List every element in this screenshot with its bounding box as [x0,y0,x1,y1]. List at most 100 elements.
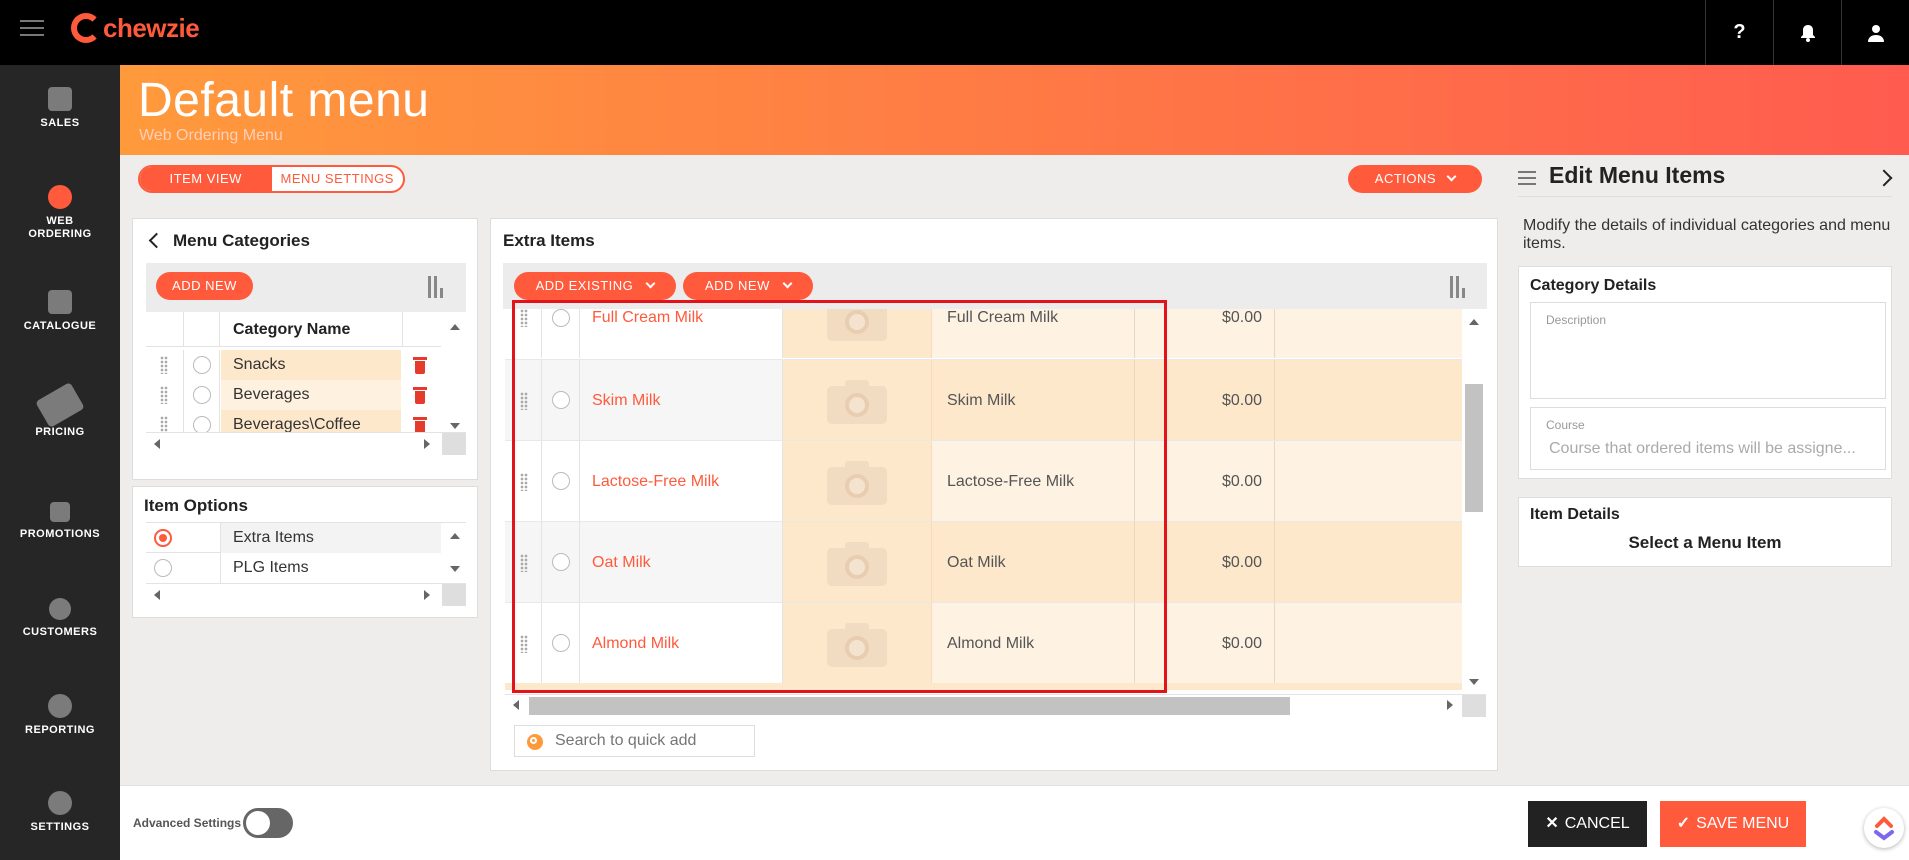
user-icon[interactable] [1841,0,1909,65]
column-settings-icon[interactable] [428,276,450,300]
nav-promotions[interactable]: PROMOTIONS [0,502,120,541]
nav-sales[interactable]: SALES [0,87,120,130]
category-row[interactable]: Beverages\Coffee [146,410,441,432]
highlight-box [512,300,1167,693]
item-extra-cell [1275,309,1462,358]
drag-handle-icon [160,386,168,404]
close-icon: ✕ [1545,815,1559,832]
trash-icon[interactable] [413,357,427,374]
category-radio[interactable] [193,416,211,432]
category-name-header[interactable]: Category Name [221,312,403,347]
top-bar: chewzie ? [0,0,1909,65]
scroll-up-icon[interactable] [1469,319,1479,325]
page-banner: Default menu Web Ordering Menu [120,65,1909,155]
scroll-left-icon[interactable] [513,700,519,710]
scroll-thumb[interactable] [1465,384,1483,512]
nav-label: SETTINGS [30,821,90,833]
item-option-radio[interactable] [154,559,172,577]
advanced-settings-toggle[interactable] [243,808,293,838]
description-label: Description [1546,313,1607,327]
quick-add-search[interactable] [514,725,755,757]
actions-button[interactable]: ACTIONS [1348,165,1482,193]
clickup-widget-icon[interactable] [1864,808,1904,848]
item-option-name[interactable]: Extra Items [221,523,441,553]
scroll-thumb[interactable] [529,697,1290,715]
item-extra-cell [1275,441,1462,522]
nav-pricing[interactable]: PRICING [0,382,120,439]
hamburger-menu-icon[interactable] [20,20,44,38]
drag-handle[interactable] [146,380,184,410]
scroll-right-icon[interactable] [424,439,430,449]
scroll-right-icon[interactable] [1447,700,1453,710]
category-name[interactable]: Beverages [221,380,401,410]
nav-label: PRICING [35,426,85,438]
item-view-tab[interactable]: ITEM VIEW [140,167,272,191]
item-option-row[interactable]: PLG Items [146,553,441,583]
bell-icon[interactable] [1773,0,1841,65]
category-radio[interactable] [193,356,211,374]
item-extra-cell [1275,360,1462,441]
cancel-label: CANCEL [1564,815,1630,832]
category-row[interactable]: Snacks [146,350,441,380]
nav-settings[interactable]: SETTINGS [0,791,120,834]
menu-settings-tab[interactable]: MENU SETTINGS [272,167,404,191]
scroll-up-icon[interactable] [450,533,460,539]
item-extra-cell [1275,522,1462,603]
column-settings-icon[interactable] [1450,276,1472,300]
drag-handle[interactable] [146,410,184,432]
scroll-left-icon[interactable] [154,439,160,449]
item-option-name[interactable]: PLG Items [221,553,441,583]
scroll-left-icon[interactable] [154,590,160,600]
nav-label: CUSTOMERS [22,626,98,638]
nav-catalogue[interactable]: CATALOGUE [0,290,120,333]
scroll-right-icon[interactable] [424,590,430,600]
item-details-title: Item Details [1530,506,1620,523]
categories-hscrollbar[interactable] [146,432,466,455]
category-name[interactable]: Snacks [221,350,401,380]
items-hscrollbar[interactable] [505,694,1486,717]
cancel-button[interactable]: ✕ CANCEL [1528,801,1647,847]
check-icon: ✓ [1676,815,1691,832]
pie-chart-icon [48,694,72,718]
nav-customers[interactable]: CUSTOMERS [0,598,120,639]
categories-scrollbar[interactable] [444,312,466,432]
collapse-panel-icon[interactable] [1875,169,1893,187]
panel-menu-icon[interactable] [1518,171,1536,185]
scroll-down-icon[interactable] [1469,679,1479,685]
item-options-scrollbar[interactable] [444,523,466,583]
quick-add-input[interactable] [555,730,745,752]
categories-table: Category Name Snacks Beverages Beverages… [146,312,466,455]
nav-label: PROMOTIONS [19,528,101,540]
select-cell [184,410,220,432]
item-options-title: Item Options [144,496,248,515]
item-options-table: Extra Items PLG Items [146,522,466,606]
add-new-item-button[interactable]: ADD NEW [683,272,813,300]
scroll-corner [442,584,466,606]
category-radio[interactable] [193,386,211,404]
add-category-button[interactable]: ADD NEW [156,272,253,300]
item-option-row[interactable]: Extra Items [146,523,441,553]
description-field[interactable]: Description [1530,302,1886,399]
item-options-hscrollbar[interactable] [146,583,466,606]
course-field[interactable]: Course Course that ordered items will be… [1530,407,1886,470]
items-vscrollbar[interactable] [1462,309,1486,693]
nav-reporting[interactable]: REPORTING [0,694,120,737]
scroll-down-icon[interactable] [450,423,460,429]
save-menu-button[interactable]: ✓ SAVE MENU [1660,801,1806,847]
header-cell [184,312,220,347]
add-existing-button[interactable]: ADD EXISTING [514,272,676,300]
item-option-radio[interactable] [154,529,172,547]
chewzie-logo[interactable]: chewzie [71,10,200,46]
scroll-up-icon[interactable] [450,324,460,330]
nav-web-ordering[interactable]: WEB ORDERING [0,185,120,241]
gear-icon [48,791,72,815]
trash-icon[interactable] [413,417,427,432]
scroll-down-icon[interactable] [450,566,460,572]
page-subtitle: Web Ordering Menu [139,127,283,144]
extra-items-title: Extra Items [503,231,595,250]
help-icon[interactable]: ? [1705,0,1773,65]
drag-handle[interactable] [146,350,184,380]
category-name[interactable]: Beverages\Coffee [221,410,401,432]
category-row[interactable]: Beverages [146,380,441,410]
trash-icon[interactable] [413,387,427,404]
